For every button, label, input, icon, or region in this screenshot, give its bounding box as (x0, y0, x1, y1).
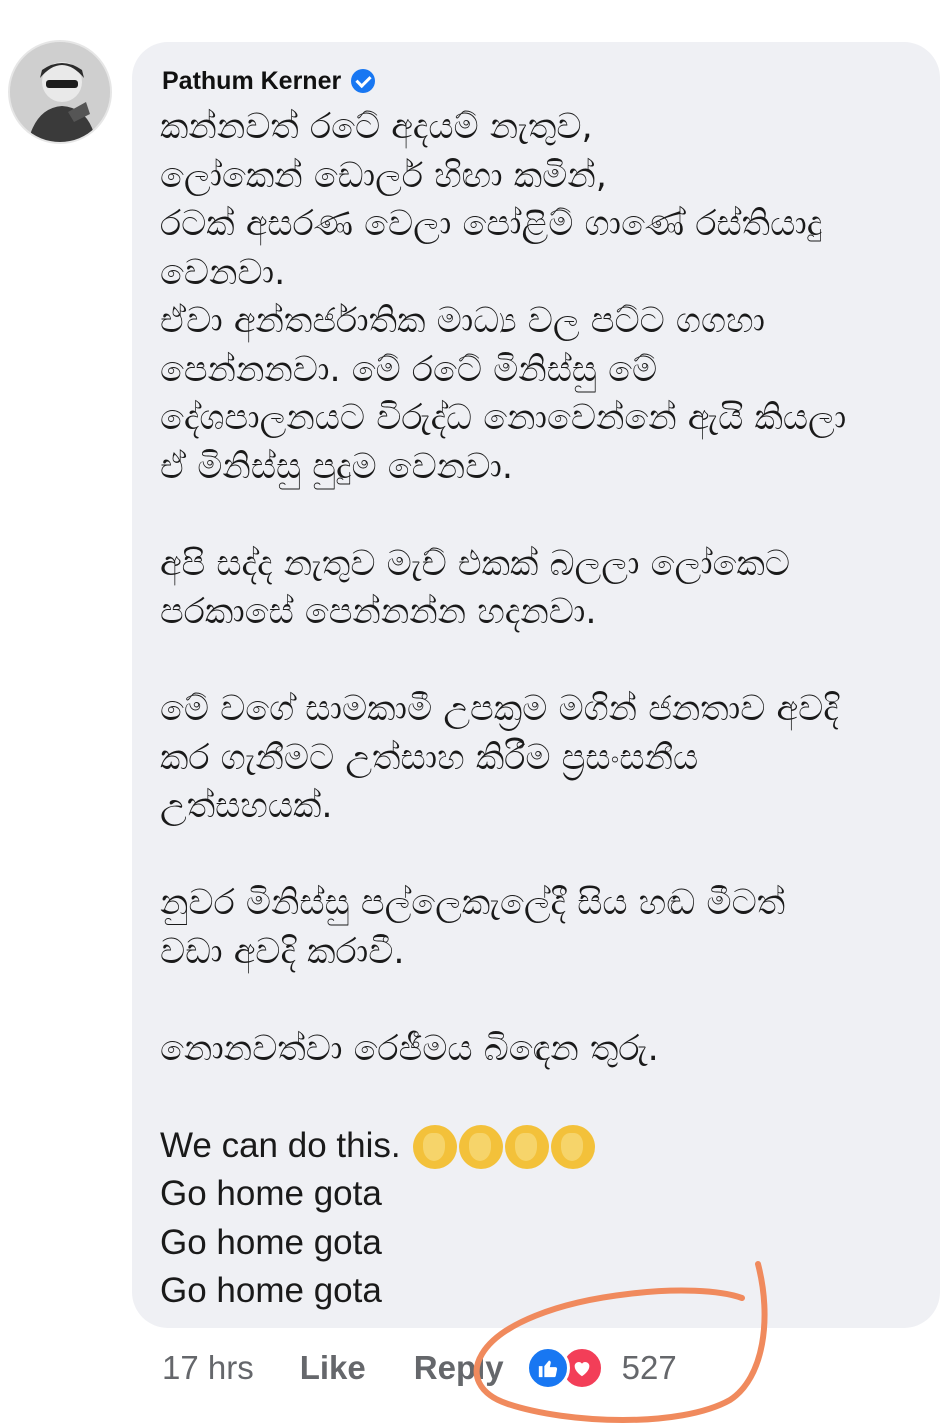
text-line: පෙන්නනවා. මේ රටේ මිනිස්සු මේ (160, 349, 658, 390)
english-line: Go home gota (160, 1222, 382, 1262)
comment-header: Pathum Kerner (162, 62, 376, 100)
clapping-hands-icon (412, 1125, 457, 1170)
reply-button[interactable]: Reply (414, 1349, 504, 1387)
comment-footer: 17 hrs Like Reply 527 (162, 1340, 677, 1396)
text-line: වඩා අවදි කරාවී. (160, 931, 405, 972)
text-line: දේශපාලනයට විරුද්ධ නොවෙන්නේ ඇයි කියලා (160, 398, 847, 438)
text-line: අපි සද්ද නැතුව මැච් එකක් බලලා ලෝකෙට (160, 543, 791, 584)
thumbs-up-icon (525, 1346, 570, 1390)
text-line: නොනවත්වා රෙජීමය බිඳෙන තුරු. (160, 1028, 659, 1069)
paragraph-english: We can do this. Go home gota Go home got… (160, 1122, 930, 1316)
text-line: පරකාසේ පෙන්නන්න හදනවා. (160, 592, 597, 632)
author-avatar[interactable] (8, 40, 112, 144)
text-line: ඒ මිනිස්සු පුදුම වෙනවා. (160, 446, 514, 487)
text-line: කර ගැනීමට උත්සාහ කිරීම ප්‍රසංසනීය (160, 737, 699, 778)
clapping-hands-icon (504, 1125, 549, 1170)
paragraph-5: නොනවත්වා රෙජීමය බිඳෙන තුරු. (160, 1025, 930, 1074)
english-line: We can do this. (160, 1122, 930, 1171)
timestamp-link[interactable]: 17 hrs (162, 1349, 254, 1387)
text-line: ඒවා අන්තර්ජාතික මාධ්‍ය වල පට්ට ගගහා (160, 301, 766, 341)
clapping-hands-icon (458, 1125, 503, 1170)
text-line: වෙනවා. (160, 252, 286, 293)
paragraph-1: කන්නවත් රටේ අදයම් නැතුව, ලෝකෙන් ඩොලර් හි… (160, 103, 930, 491)
paragraph-2: අපි සද්ද නැතුව මැච් එකක් බලලා ලෝකෙට පරකා… (160, 540, 930, 637)
english-line: Go home gota (160, 1271, 382, 1310)
comment-body: කන්නවත් රටේ අදයම් නැතුව, ලෝකෙන් ඩොලර් හි… (160, 103, 930, 1316)
reaction-count[interactable]: 527 (622, 1349, 677, 1387)
text-line: රටක් අසරණ වෙලා පෝළිම් ගාණේ රස්තියාදු (160, 204, 823, 244)
text-line: මේ වගේ සාමකාමී උපක්‍රම මගින් ජනතාව අවදි (160, 689, 839, 729)
text-line: නුවර මිනිස්සු පල්ලෙකැලේදී සිය හඬ මීටත් (160, 883, 786, 923)
english-line: Go home gota (160, 1174, 382, 1213)
verified-badge-icon (351, 69, 376, 93)
text-line: කන්නවත් රටේ අදයම් නැතුව, (160, 107, 593, 147)
reaction-summary[interactable] (525, 1346, 604, 1390)
avatar-photo (10, 42, 110, 142)
like-button[interactable]: Like (300, 1349, 366, 1387)
text-line: ලෝකෙන් ඩොලර් හිඟා කමින්, (160, 155, 607, 196)
emoji-row (412, 1125, 595, 1170)
paragraph-3: මේ වගේ සාමකාමී උපක්‍රම මගින් ජනතාව අවදි … (160, 685, 930, 831)
text-line: උත්සහයක්. (160, 786, 333, 826)
clapping-hands-icon (550, 1125, 595, 1170)
english-lead: We can do this. (160, 1125, 401, 1165)
author-name[interactable]: Pathum Kerner (162, 67, 341, 96)
paragraph-4: නුවර මිනිස්සු පල්ලෙකැලේදී සිය හඬ මීටත් ව… (160, 879, 930, 976)
